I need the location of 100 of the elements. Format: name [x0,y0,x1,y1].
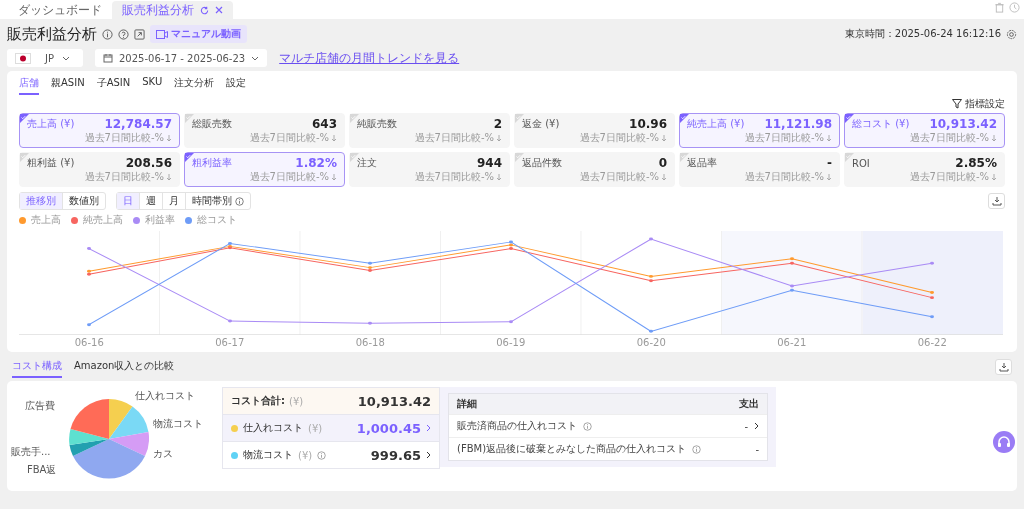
view-toggle[interactable]: 推移別 [20,193,63,209]
info-icon [692,444,702,454]
period-toggle[interactable]: 月 [163,193,186,209]
down-arrow-icon [991,173,997,181]
analysis-tab[interactable]: 店舗 [19,73,39,95]
check-corner-icon [515,114,524,123]
marketplace-select[interactable]: JP [7,49,83,67]
down-arrow-icon [661,173,667,181]
page-tab[interactable]: ダッシュボード [8,1,112,19]
metric-card[interactable]: ROI 2.85% 過去7日間比較-% [844,152,1005,187]
metric-value: 944 [476,156,502,170]
unit-label: (¥) [289,395,304,407]
metric-settings-button[interactable]: 指標設定 [952,97,1005,111]
metric-card[interactable]: 粗利益 (¥) 208.56 過去7日間比較-% [19,152,180,187]
metric-card[interactable]: 粗利益率 1.82% 過去7日間比較-% [184,152,345,187]
metric-card[interactable]: 純販売数 2 過去7日間比較-% [349,113,510,148]
manual-video-button[interactable]: マニュアル動画 [150,25,247,43]
comparison-text: 過去7日間比較-% [744,131,824,145]
close-icon[interactable] [215,6,223,14]
metric-label: 返金 (¥) [522,117,560,131]
down-arrow-icon [991,134,997,142]
table-cell: - [755,443,759,455]
metric-value: 0 [658,156,667,170]
metric-card[interactable]: 注文 944 過去7日間比較-% [349,152,510,187]
x-axis-label: 06-22 [916,337,948,348]
date-range-picker[interactable]: 2025-06-17 - 2025-06-23 [95,49,268,67]
metric-card[interactable]: 返品件数 0 過去7日間比較-% [514,152,675,187]
x-axis-label: 06-19 [495,337,527,348]
analysis-tab[interactable]: 設定 [226,73,247,95]
view-toggle[interactable]: 数値別 [63,193,105,209]
filter-icon [952,99,962,109]
analysis-tab[interactable]: SKU [142,73,163,95]
info-icon[interactable] [102,28,113,40]
metric-card[interactable]: 総コスト (¥) 10,913.42 過去7日間比較-% [844,113,1005,148]
table-cell: 販売済商品の仕入れコスト [457,419,577,433]
period-toggle[interactable]: 時間帯別 [186,193,250,209]
x-axis-label: 06-18 [354,337,386,348]
pie-label: 物流コスト [153,417,203,431]
comparison-text: 過去7日間比較-% [579,131,659,145]
chevron-right-icon[interactable] [754,422,759,430]
metric-card[interactable]: 総販売数 643 過去7日間比較-% [184,113,345,148]
chevron-right-icon [426,451,431,459]
trash-icon[interactable] [994,2,1005,13]
cost-tab[interactable]: Amazon収入との比較 [74,356,175,378]
down-arrow-icon [166,173,172,181]
down-arrow-icon [496,173,502,181]
metric-card[interactable]: 返金 (¥) 10.96 過去7日間比較-% [514,113,675,148]
metric-label: 粗利益率 [192,156,232,170]
column-header: 支出 [739,397,759,411]
cost-total-value: 10,913.42 [357,393,431,409]
down-arrow-icon [661,134,667,142]
check-corner-icon [845,153,854,162]
metric-label: 返品率 [687,156,717,170]
check-corner-icon [680,153,689,162]
table-cell: (FBM)返品後に破棄とみなした商品の仕入れコスト [457,442,687,456]
x-axis-label: 06-17 [214,337,246,348]
metric-label: 総コスト (¥) [852,117,910,131]
metric-value: 12,784.57 [104,117,172,131]
analysis-tab[interactable]: 親ASIN [51,73,85,95]
metric-value: 11,121.98 [764,117,832,131]
comparison-text: 過去7日間比較-% [84,170,164,184]
metric-card[interactable]: 純売上高 (¥) 11,121.98 過去7日間比較-% [679,113,840,148]
metric-label: 売上高 (¥) [27,117,75,131]
info-icon [235,196,244,206]
comparison-text: 過去7日間比較-% [744,170,824,184]
headset-icon[interactable] [993,431,1015,453]
calendar-icon [103,53,113,63]
analysis-tab[interactable]: 注文分析 [174,73,215,95]
cost-value: 999.65 [370,447,421,463]
period-toggle[interactable]: 週 [140,193,163,209]
pie-label: 販売手... [11,445,51,459]
metric-value: 1.82% [295,156,337,170]
external-link-icon[interactable] [134,28,145,40]
cost-row[interactable]: 仕入れコスト (¥) 1,000.45 [223,414,439,441]
help-icon[interactable] [118,28,129,40]
down-arrow-icon [331,173,337,181]
page-tab[interactable]: 販売利益分析 [112,1,233,19]
metric-card[interactable]: 売上高 (¥) 12,784.57 過去7日間比較-% [19,113,180,148]
check-corner-icon [20,153,29,162]
metric-value: 643 [311,117,337,131]
chevron-down-icon [62,55,70,61]
comparison-text: 過去7日間比較-% [249,131,329,145]
metric-value: - [827,156,832,170]
video-icon [156,29,168,39]
cost-tab[interactable]: コスト構成 [12,356,62,378]
check-corner-icon [845,114,854,123]
analysis-tab[interactable]: 子ASIN [96,73,131,95]
settings-icon[interactable] [1006,28,1017,40]
monthly-trend-link[interactable]: マルチ店舗の月間トレンドを見る [279,49,460,67]
pie-label: 広告費 [25,399,55,413]
download-button[interactable] [988,193,1005,209]
check-corner-icon [185,114,194,123]
metric-card[interactable]: 返品率 - 過去7日間比較-% [679,152,840,187]
table-cell: - [744,420,748,432]
period-toggle[interactable]: 日 [117,193,140,209]
download-button[interactable] [995,359,1012,375]
metric-value: 208.56 [125,156,172,170]
cost-row[interactable]: 物流コスト (¥) 999.65 [223,441,439,468]
chevron-down-icon [251,55,260,61]
refresh-icon[interactable] [200,5,209,15]
